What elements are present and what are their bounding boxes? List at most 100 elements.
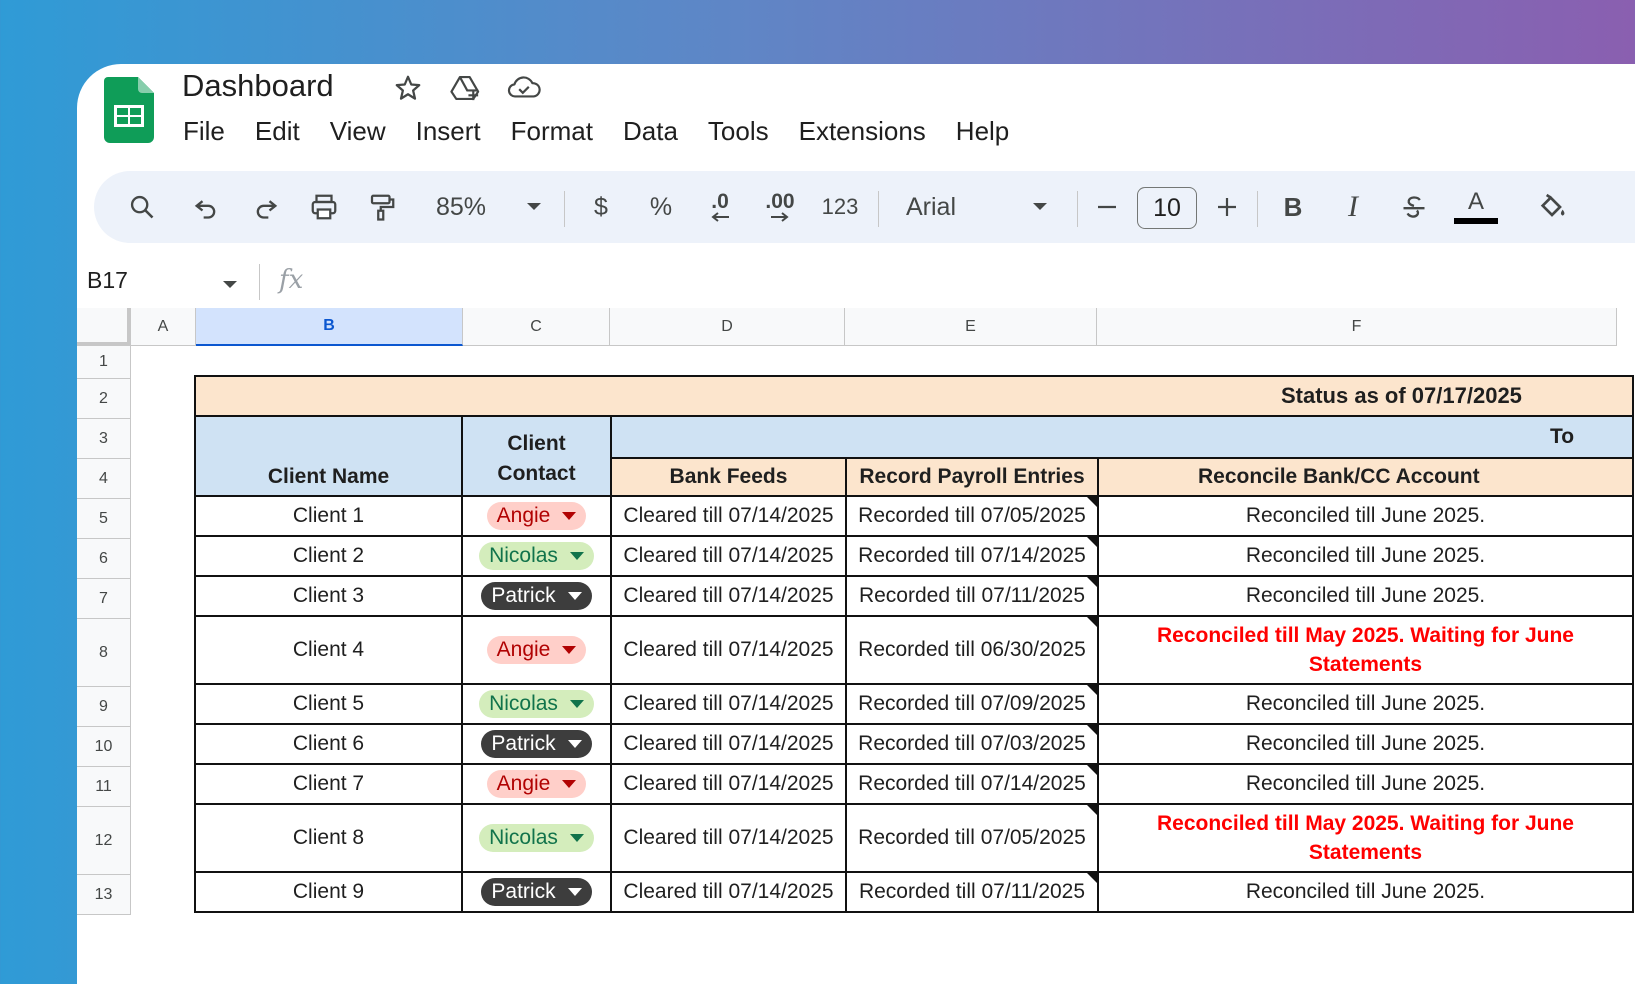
- reconcile-cell[interactable]: Reconciled till June 2025.: [1097, 575, 1634, 617]
- menu-edit[interactable]: Edit: [247, 114, 308, 148]
- reconcile-cell[interactable]: Reconciled till June 2025.: [1097, 871, 1634, 913]
- column-header-b[interactable]: B: [196, 308, 463, 346]
- search-menus-icon[interactable]: [122, 171, 162, 243]
- font-caret-icon[interactable]: [1028, 171, 1052, 243]
- header-bank-feeds[interactable]: Bank Feeds: [610, 457, 847, 497]
- menu-insert[interactable]: Insert: [408, 114, 489, 148]
- column-header-f[interactable]: F: [1097, 308, 1617, 346]
- header-reconcile[interactable]: Reconcile Bank/CC Account: [1097, 457, 1634, 497]
- client-contact-cell[interactable]: Nicolas: [461, 683, 612, 725]
- contact-chip[interactable]: Nicolas: [479, 542, 594, 570]
- reconcile-cell[interactable]: Reconciled till June 2025.: [1097, 723, 1634, 765]
- italic-button[interactable]: I: [1340, 171, 1366, 243]
- column-header-e[interactable]: E: [845, 308, 1097, 346]
- row-header-5[interactable]: 5: [77, 499, 131, 539]
- payroll-cell[interactable]: Recorded till 07/05/2025: [845, 495, 1099, 537]
- percent-format-button[interactable]: %: [644, 171, 678, 243]
- reconcile-cell[interactable]: Reconciled till May 2025. Waiting for Ju…: [1097, 803, 1634, 873]
- payroll-cell[interactable]: Recorded till 07/05/2025: [845, 803, 1099, 873]
- contact-chip[interactable]: Patrick: [481, 730, 592, 758]
- print-icon[interactable]: [304, 171, 344, 243]
- column-header-a[interactable]: A: [131, 308, 196, 346]
- row-header-12[interactable]: 12: [77, 807, 131, 875]
- payroll-cell[interactable]: Recorded till 06/30/2025: [845, 615, 1099, 685]
- bank-feeds-cell[interactable]: Cleared till 07/14/2025: [610, 763, 847, 805]
- payroll-cell[interactable]: Recorded till 07/09/2025: [845, 683, 1099, 725]
- row-header-9[interactable]: 9: [77, 687, 131, 727]
- currency-format-button[interactable]: $: [586, 171, 616, 243]
- contact-chip[interactable]: Angie: [486, 502, 587, 530]
- client-name-cell[interactable]: Client 9: [194, 871, 463, 913]
- menu-data[interactable]: Data: [615, 114, 686, 148]
- zoom-caret-icon[interactable]: [522, 171, 546, 243]
- sheets-logo-icon[interactable]: [104, 77, 154, 143]
- row-header-2[interactable]: 2: [77, 379, 131, 419]
- client-name-cell[interactable]: Client 5: [194, 683, 463, 725]
- star-icon[interactable]: [390, 70, 426, 106]
- text-color-button[interactable]: A: [1454, 171, 1498, 243]
- payroll-cell[interactable]: Recorded till 07/14/2025: [845, 763, 1099, 805]
- header-client-contact[interactable]: Client Contact: [461, 415, 612, 497]
- font-size-input[interactable]: 10: [1137, 187, 1197, 229]
- bank-feeds-cell[interactable]: Cleared till 07/14/2025: [610, 495, 847, 537]
- payroll-cell[interactable]: Recorded till 07/11/2025: [845, 575, 1099, 617]
- increase-decimal-button[interactable]: .00: [758, 171, 802, 243]
- client-contact-cell[interactable]: Nicolas: [461, 803, 612, 873]
- menu-extensions[interactable]: Extensions: [791, 114, 934, 148]
- menu-file[interactable]: File: [175, 114, 233, 148]
- contact-chip[interactable]: Patrick: [481, 878, 592, 906]
- name-box[interactable]: B17: [87, 267, 128, 294]
- cloud-saved-icon[interactable]: [506, 70, 542, 106]
- contact-chip[interactable]: Nicolas: [479, 690, 594, 718]
- row-header-11[interactable]: 11: [77, 767, 131, 807]
- row-header-1[interactable]: 1: [77, 346, 131, 379]
- client-contact-cell[interactable]: Angie: [461, 763, 612, 805]
- payroll-cell[interactable]: Recorded till 07/11/2025: [845, 871, 1099, 913]
- status-title-cell[interactable]: Status as of 07/17/2025: [194, 375, 1634, 417]
- document-title[interactable]: Dashboard: [182, 68, 334, 104]
- fill-color-icon[interactable]: [1532, 171, 1572, 243]
- bank-feeds-cell[interactable]: Cleared till 07/14/2025: [610, 723, 847, 765]
- client-contact-cell[interactable]: Angie: [461, 495, 612, 537]
- row-header-4[interactable]: 4: [77, 459, 131, 499]
- reconcile-cell[interactable]: Reconciled till June 2025.: [1097, 683, 1634, 725]
- decrease-decimal-button[interactable]: .0: [700, 171, 740, 243]
- client-contact-cell[interactable]: Angie: [461, 615, 612, 685]
- row-header-10[interactable]: 10: [77, 727, 131, 767]
- select-all-corner[interactable]: [77, 308, 131, 346]
- reconcile-cell[interactable]: Reconciled till June 2025.: [1097, 763, 1634, 805]
- paint-format-icon[interactable]: [362, 171, 402, 243]
- contact-chip[interactable]: Nicolas: [479, 824, 594, 852]
- bank-feeds-cell[interactable]: Cleared till 07/14/2025: [610, 575, 847, 617]
- client-name-cell[interactable]: Client 4: [194, 615, 463, 685]
- header-client-name[interactable]: Client Name: [194, 415, 463, 497]
- client-contact-cell[interactable]: Patrick: [461, 723, 612, 765]
- number-format-button[interactable]: 123: [818, 171, 862, 243]
- bank-feeds-cell[interactable]: Cleared till 07/14/2025: [610, 803, 847, 873]
- bank-feeds-cell[interactable]: Cleared till 07/14/2025: [610, 871, 847, 913]
- row-header-3[interactable]: 3: [77, 419, 131, 459]
- move-to-drive-icon[interactable]: [448, 70, 484, 106]
- client-name-cell[interactable]: Client 8: [194, 803, 463, 873]
- column-header-d[interactable]: D: [610, 308, 845, 346]
- row-header-8[interactable]: 8: [77, 619, 131, 687]
- reconcile-cell[interactable]: Reconciled till May 2025. Waiting for Ju…: [1097, 615, 1634, 685]
- row-header-7[interactable]: 7: [77, 579, 131, 619]
- client-contact-cell[interactable]: Patrick: [461, 871, 612, 913]
- bank-feeds-cell[interactable]: Cleared till 07/14/2025: [610, 535, 847, 577]
- column-header-c[interactable]: C: [463, 308, 610, 346]
- font-select[interactable]: Arial: [906, 171, 972, 243]
- name-box-caret-icon[interactable]: [222, 277, 238, 295]
- bank-feeds-cell[interactable]: Cleared till 07/14/2025: [610, 683, 847, 725]
- menu-tools[interactable]: Tools: [700, 114, 777, 148]
- client-name-cell[interactable]: Client 3: [194, 575, 463, 617]
- payroll-cell[interactable]: Recorded till 07/14/2025: [845, 535, 1099, 577]
- client-name-cell[interactable]: Client 2: [194, 535, 463, 577]
- spreadsheet-grid[interactable]: A B C D E F 1 2 3 4 5 6 7 8 9 10 11 12 1…: [77, 308, 1635, 984]
- contact-chip[interactable]: Patrick: [481, 582, 592, 610]
- payroll-cell[interactable]: Recorded till 07/03/2025: [845, 723, 1099, 765]
- client-name-cell[interactable]: Client 6: [194, 723, 463, 765]
- menu-help[interactable]: Help: [948, 114, 1017, 148]
- client-name-cell[interactable]: Client 1: [194, 495, 463, 537]
- increase-font-size-icon[interactable]: [1213, 171, 1241, 243]
